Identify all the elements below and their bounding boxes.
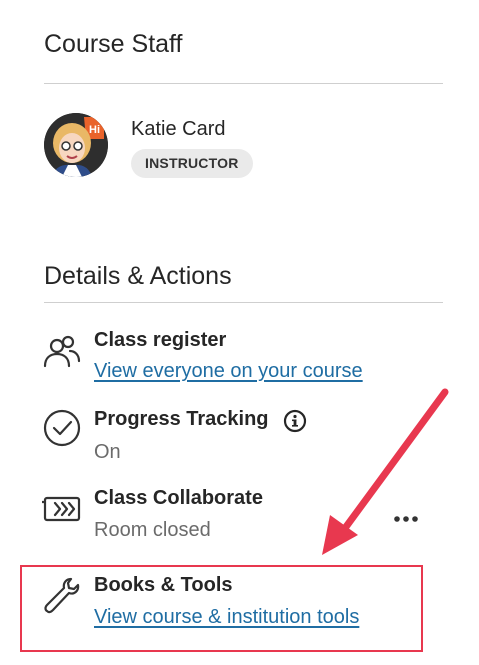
- info-icon[interactable]: [283, 409, 307, 433]
- role-badge: INSTRUCTOR: [131, 149, 253, 178]
- progress-tracking-title: Progress Tracking: [94, 408, 269, 430]
- class-collaborate-status: Room closed: [94, 519, 211, 541]
- class-register-icon: [42, 332, 82, 372]
- highlight-box: [20, 565, 423, 652]
- view-everyone-link[interactable]: View everyone on your course: [94, 360, 363, 383]
- class-collaborate-title: Class Collaborate: [94, 487, 263, 509]
- video-camera-icon: [40, 489, 82, 529]
- class-register-title: Class register: [94, 329, 227, 351]
- progress-tracking-status: On: [94, 441, 121, 463]
- avatar[interactable]: Hi: [44, 113, 108, 177]
- details-actions-heading: Details & Actions: [44, 262, 232, 290]
- course-staff-divider: [44, 83, 443, 84]
- details-actions-divider: [44, 302, 443, 303]
- more-options-button[interactable]: [390, 507, 424, 531]
- progress-tracking-icon: [42, 408, 82, 448]
- more-options-icon: [394, 516, 418, 522]
- course-staff-heading: Course Staff: [44, 30, 183, 58]
- avatar-badge-text: Hi: [89, 124, 100, 136]
- staff-name[interactable]: Katie Card: [131, 118, 226, 141]
